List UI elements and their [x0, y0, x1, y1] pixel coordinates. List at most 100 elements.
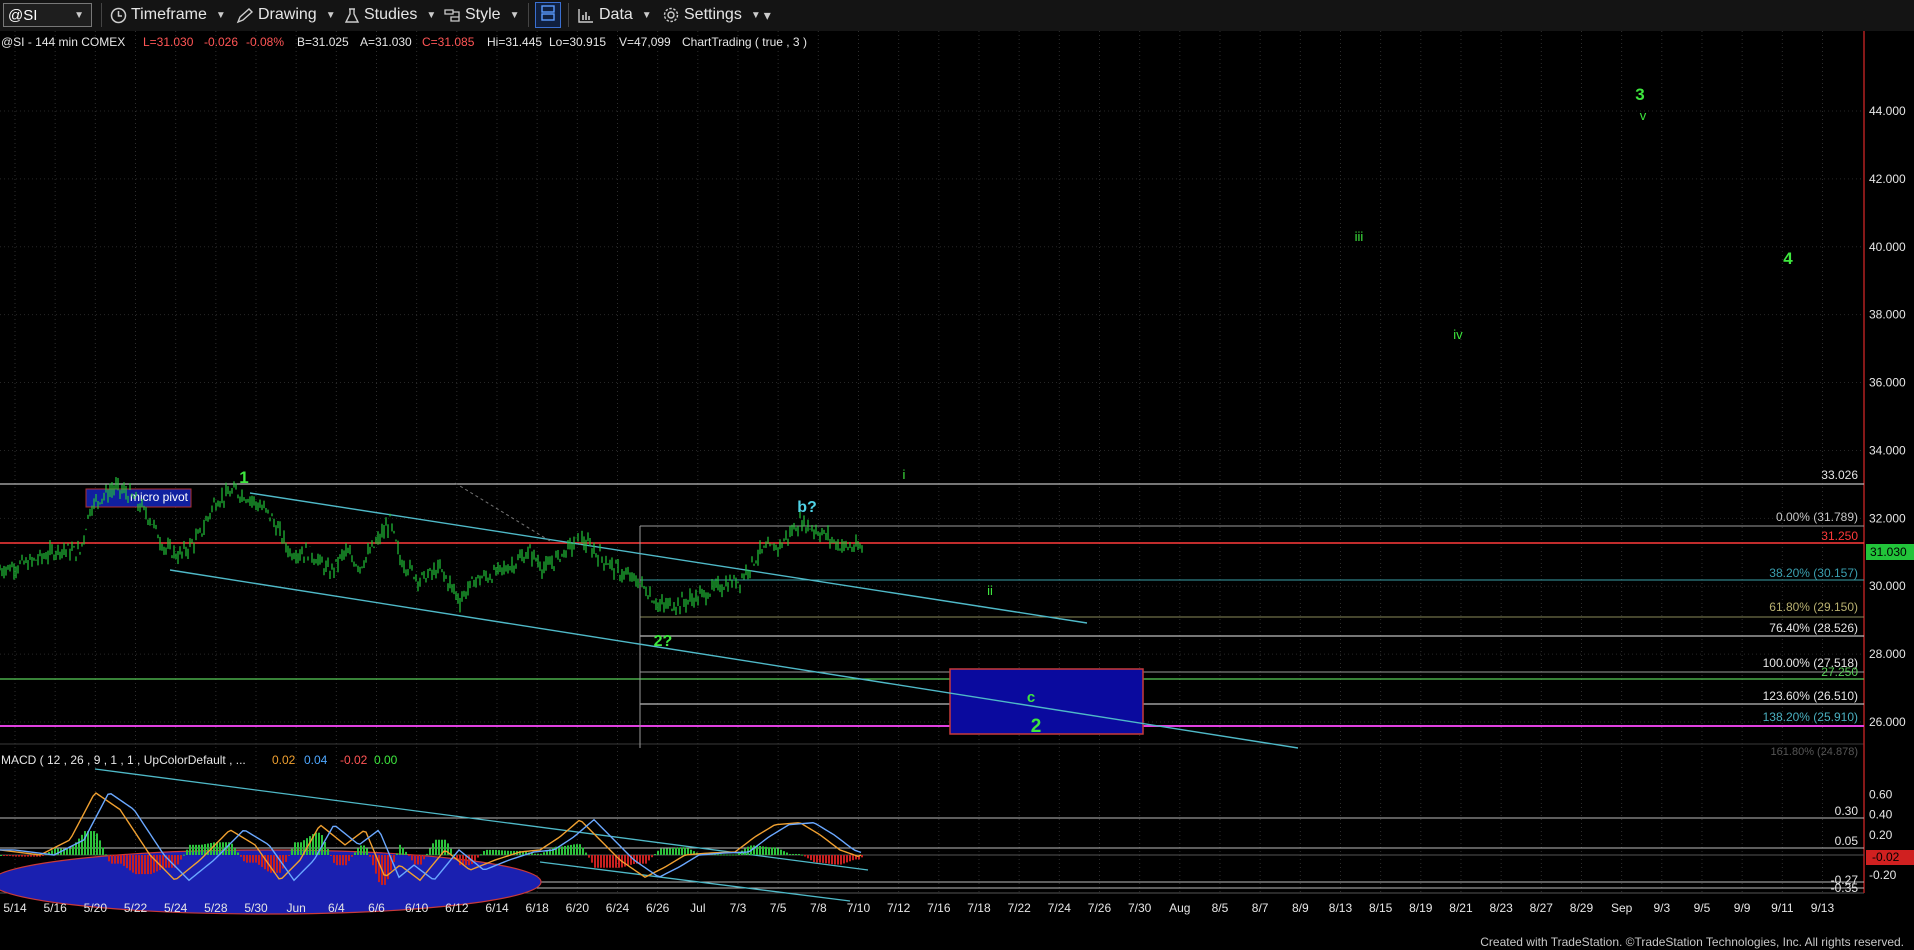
price-tick-label: 30.000 — [1869, 579, 1906, 593]
histogram-bar — [669, 848, 671, 855]
histogram-bar — [801, 854, 803, 856]
date-tick-label: 5/22 — [124, 901, 148, 915]
histogram-bar — [819, 855, 821, 863]
drawing-button[interactable]: Drawing ▼ — [236, 3, 336, 27]
date-tick-label: 8/21 — [1449, 901, 1473, 915]
date-tick-label: 6/24 — [606, 901, 630, 915]
date-tick-label: 7/12 — [887, 901, 911, 915]
histogram-bar — [816, 855, 818, 863]
histogram-bar — [363, 845, 365, 855]
histogram-bar — [732, 854, 734, 856]
price-tick-label: 38.000 — [1869, 308, 1906, 322]
chevron-down-icon: ▼ — [215, 9, 226, 21]
histogram-bar — [426, 853, 428, 855]
histogram-bar — [618, 855, 620, 868]
date-tick-label: 6/18 — [525, 901, 549, 915]
style-label: Style — [465, 6, 501, 23]
histogram-bar — [15, 855, 17, 857]
histogram-bar — [27, 855, 29, 857]
histogram-bar — [600, 855, 602, 868]
histogram-bar — [108, 855, 110, 862]
histogram-bar — [297, 842, 299, 855]
date-tick-label: 8/9 — [1292, 901, 1309, 915]
macd-tick-label: 0.20 — [1869, 828, 1893, 842]
ask-value: A=31.030 — [360, 35, 412, 49]
histogram-bar — [69, 848, 71, 855]
chevron-down-icon: ▼ — [426, 9, 437, 21]
date-tick-label: 5/20 — [84, 901, 108, 915]
price-chart[interactable]: micro pivot 1 2? b? i ii iii iv v 3 4 c … — [0, 31, 1914, 933]
date-tick-label: 5/28 — [204, 901, 228, 915]
histogram-bar — [480, 854, 482, 856]
studies-button[interactable]: Studies ▼ — [344, 3, 436, 27]
histogram-bar — [33, 855, 35, 857]
chevron-down-icon: ▼ — [641, 9, 652, 21]
macd-level-030-label: 0.30 — [1835, 804, 1859, 818]
histogram-bar — [759, 846, 761, 855]
histogram-bar — [177, 855, 179, 865]
bar-chart-icon — [577, 7, 595, 24]
histogram-bar — [222, 842, 224, 855]
wave-label-4: 4 — [1783, 249, 1793, 268]
symbol-input[interactable]: @SI ▼ — [3, 3, 92, 27]
chevron-down-icon: ▼ — [509, 9, 520, 21]
histogram-bar — [21, 855, 23, 857]
histogram-bar — [588, 855, 590, 858]
histogram-bar — [495, 849, 497, 855]
histogram-bar — [570, 844, 572, 855]
date-tick-label: 6/10 — [405, 901, 429, 915]
histogram-bar — [429, 848, 431, 855]
date-tick-label: 8/29 — [1570, 901, 1594, 915]
histogram-bar — [393, 855, 395, 862]
layout-toggle-button[interactable] — [535, 2, 561, 28]
histogram-bar — [783, 851, 785, 855]
histogram-bar — [279, 855, 281, 873]
date-tick-label: 7/5 — [770, 901, 787, 915]
date-tick-label: 9/9 — [1734, 901, 1751, 915]
chevron-down-icon: ▼ — [325, 9, 336, 21]
last-price-tag-text: 31.030 — [1870, 545, 1907, 559]
price-tick-label: 34.000 — [1869, 443, 1906, 457]
histogram-bar — [180, 855, 182, 860]
histogram-bar — [735, 854, 737, 856]
timeframe-button[interactable]: Timeframe ▼ — [110, 3, 226, 27]
histogram-bar — [558, 846, 560, 855]
wave-label-v: v — [1640, 108, 1647, 123]
date-tick-label: 8/13 — [1329, 901, 1353, 915]
histogram-bar — [234, 848, 236, 855]
histogram-bar — [651, 855, 653, 858]
change-value: -0.026 — [204, 35, 238, 49]
histogram-bar — [810, 855, 812, 861]
date-tick-label: 6/26 — [646, 901, 670, 915]
histogram-bar — [435, 839, 437, 855]
target-box[interactable] — [949, 668, 1144, 735]
histogram-bar — [6, 855, 8, 856]
more-options-icon: ▾ — [763, 6, 771, 23]
histogram-bar — [258, 855, 260, 865]
date-tick-label: 9/5 — [1694, 901, 1711, 915]
data-label: Data — [599, 6, 633, 23]
toolbar-divider — [101, 3, 102, 27]
histogram-bar — [786, 852, 788, 855]
histogram-bar — [825, 855, 827, 864]
histogram-bar — [822, 855, 824, 863]
wave-label-bq: b? — [797, 499, 817, 516]
style-button[interactable]: Style ▼ — [443, 3, 519, 27]
histogram-bar — [726, 854, 728, 856]
wave-label-iii: iii — [1355, 229, 1364, 244]
histogram-bar — [795, 853, 797, 855]
histogram-bar — [129, 855, 131, 871]
histogram-bar — [675, 847, 677, 855]
data-button[interactable]: Data ▼ — [577, 3, 652, 27]
histogram-bar — [834, 855, 836, 865]
last-price: L=31.030 — [143, 35, 194, 49]
histogram-bar — [774, 847, 776, 855]
histogram-bar — [432, 843, 434, 855]
histogram-bar — [804, 855, 806, 857]
date-tick-label: 7/22 — [1007, 901, 1031, 915]
histogram-bar — [840, 855, 842, 865]
histogram-bar — [351, 855, 353, 857]
histogram-bar — [102, 847, 104, 855]
histogram-bar — [765, 846, 767, 855]
settings-button[interactable]: Settings ▼ ▾ — [662, 3, 771, 27]
